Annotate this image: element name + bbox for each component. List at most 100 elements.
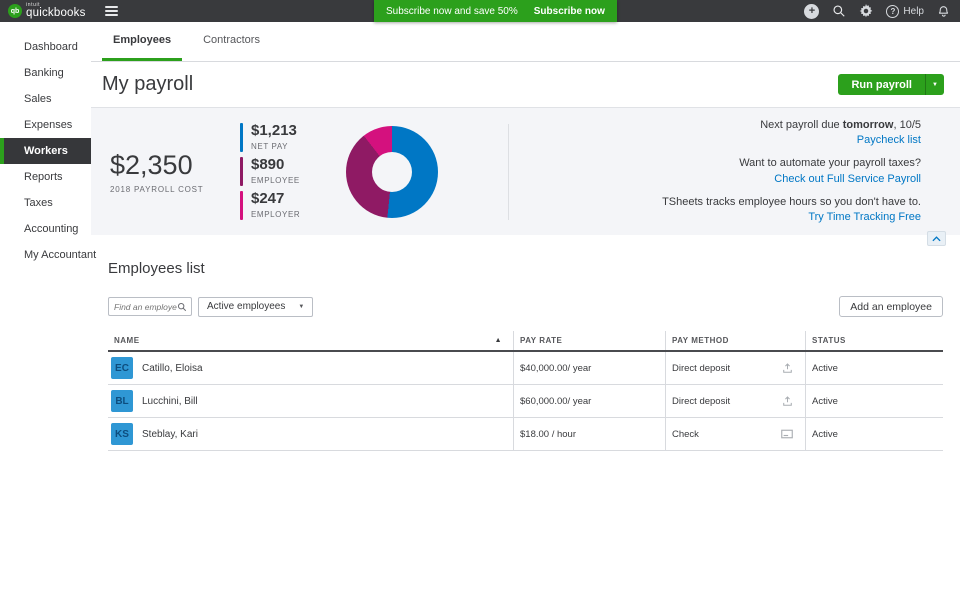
payroll-donut [346, 126, 438, 218]
pay-method-value: Direct deposit [672, 396, 730, 407]
main-content: Employees Contractors My payroll Run pay… [91, 22, 960, 603]
net-pay-text: $1,213 NET PAY [251, 123, 297, 152]
stat-net-pay: $1,213 NET PAY [240, 123, 300, 152]
employee-row[interactable]: EC Catillo, Eloisa $40,000.00/ year Dire… [108, 352, 943, 385]
sidebar-item-reports[interactable]: Reports [0, 164, 91, 190]
employee-status-filter-dropdown[interactable]: Active employees ▼ [198, 297, 313, 317]
column-header-pay-method[interactable]: PAY METHOD [665, 331, 805, 350]
status-cell: Active [805, 418, 943, 450]
full-service-payroll-link[interactable]: Check out Full Service Payroll [774, 173, 921, 186]
run-payroll-dropdown-caret-icon[interactable]: ▼ [925, 74, 944, 95]
sort-ascending-icon[interactable]: ▲ [495, 337, 502, 344]
next-payroll-text: Next payroll due tomorrow, 10/5 [509, 119, 921, 132]
pay-method-cell: Direct deposit [665, 352, 805, 384]
sidebar-item-sales[interactable]: Sales [0, 86, 91, 112]
net-pay-color-bar [240, 123, 243, 152]
notifications-bell-icon[interactable] [937, 4, 950, 18]
banner-text: Subscribe now and save 50% [386, 6, 518, 17]
employee-text: $890 EMPLOYEE [251, 157, 300, 186]
employee-value: $890 [251, 157, 300, 174]
employee-name[interactable]: Catillo, Eloisa [142, 363, 203, 374]
pay-method-value: Check [672, 429, 699, 440]
check-icon [781, 429, 793, 439]
avatar: KS [111, 423, 133, 445]
gear-icon[interactable] [859, 4, 873, 18]
employee-row[interactable]: KS Steblay, Kari $18.00 / hour Check Act… [108, 418, 943, 451]
employer-text: $247 EMPLOYER [251, 191, 300, 220]
pay-rate-cell: $40,000.00/ year [513, 352, 665, 384]
status-cell: Active [805, 385, 943, 417]
payroll-summary-panel: $2,350 2018 PAYROLL COST $1,213 NET PAY … [91, 107, 960, 235]
topbar: qb intuit quickbooks Subscribe now and s… [0, 0, 960, 22]
column-header-name[interactable]: NAME ▲ [108, 331, 513, 350]
employer-label: EMPLOYER [251, 210, 300, 219]
add-employee-button[interactable]: Add an employee [839, 296, 943, 317]
employee-name[interactable]: Lucchini, Bill [142, 396, 198, 407]
table-header-row: NAME ▲ PAY RATE PAY METHOD STATUS [108, 331, 943, 352]
collapse-summary-button[interactable] [927, 231, 946, 246]
avatar: BL [111, 390, 133, 412]
page-title: My payroll [102, 73, 193, 96]
employee-label: EMPLOYEE [251, 176, 300, 185]
column-header-status[interactable]: STATUS [805, 331, 943, 350]
sidebar-item-expenses[interactable]: Expenses [0, 112, 91, 138]
payroll-total-label: 2018 PAYROLL COST [110, 185, 240, 194]
time-tracking-link[interactable]: Try Time Tracking Free [808, 211, 921, 224]
employer-value: $247 [251, 191, 300, 208]
quickbooks-logo-icon: qb [8, 4, 22, 18]
next-payroll-notice: Next payroll due tomorrow, 10/5 Paycheck… [509, 119, 921, 147]
employer-color-bar [240, 191, 243, 220]
filter-selected-value: Active employees [207, 301, 285, 312]
payroll-total-value: $2,350 [110, 150, 240, 181]
create-plus-icon[interactable]: + [804, 4, 819, 19]
pay-rate-cell: $60,000.00/ year [513, 385, 665, 417]
quickbooks-wordmark: quickbooks [26, 8, 86, 20]
employees-table: NAME ▲ PAY RATE PAY METHOD STATUS EC Cat… [108, 331, 943, 451]
search-icon [177, 302, 187, 312]
employee-name-cell: KS Steblay, Kari [108, 418, 513, 450]
tsheets-text: TSheets tracks employee hours so you don… [509, 196, 921, 209]
automate-taxes-text: Want to automate your payroll taxes? [509, 157, 921, 170]
sidebar: Dashboard Banking Sales Expenses Workers… [0, 22, 91, 603]
tab-contractors[interactable]: Contractors [192, 22, 271, 61]
employees-controls: Active employees ▼ Add an employee [108, 296, 943, 317]
sidebar-item-accounting[interactable]: Accounting [0, 216, 91, 242]
tab-employees[interactable]: Employees [102, 22, 182, 61]
column-header-pay-rate[interactable]: PAY RATE [513, 331, 665, 350]
search-icon[interactable] [832, 4, 846, 18]
chevron-up-icon [932, 236, 941, 242]
stat-employee: $890 EMPLOYEE [240, 157, 300, 186]
sidebar-item-dashboard[interactable]: Dashboard [0, 34, 91, 60]
page-header: My payroll Run payroll ▼ [91, 62, 960, 107]
sidebar-item-workers[interactable]: Workers [0, 138, 91, 164]
automate-taxes-notice: Want to automate your payroll taxes? Che… [509, 157, 921, 185]
subscribe-now-button[interactable]: Subscribe now [534, 6, 605, 17]
hamburger-menu-icon[interactable] [102, 3, 121, 19]
employee-search-box[interactable] [108, 297, 192, 316]
employee-name-cell: EC Catillo, Eloisa [108, 352, 513, 384]
status-cell: Active [805, 352, 943, 384]
employee-name[interactable]: Steblay, Kari [142, 429, 198, 440]
direct-deposit-icon [782, 363, 793, 374]
tabs-row: Employees Contractors [91, 22, 960, 62]
run-payroll-button[interactable]: Run payroll ▼ [838, 74, 944, 95]
net-pay-value: $1,213 [251, 123, 297, 140]
pay-rate-cell: $18.00 / hour [513, 418, 665, 450]
sidebar-item-banking[interactable]: Banking [0, 60, 91, 86]
help-menu[interactable]: ? Help [886, 5, 924, 18]
stat-employer: $247 EMPLOYER [240, 191, 300, 220]
employees-list-heading: Employees list [108, 260, 943, 277]
employee-color-bar [240, 157, 243, 186]
topbar-icons: + ? Help [804, 4, 950, 19]
employee-row[interactable]: BL Lucchini, Bill $60,000.00/ year Direc… [108, 385, 943, 418]
sidebar-item-my-accountant[interactable]: My Accountant [0, 242, 91, 268]
paycheck-list-link[interactable]: Paycheck list [857, 134, 921, 147]
subscribe-banner[interactable]: Subscribe now and save 50% Subscribe now [374, 0, 617, 22]
tsheets-notice: TSheets tracks employee hours so you don… [509, 196, 921, 224]
logo-text-stack: intuit quickbooks [26, 3, 86, 20]
quickbooks-logo[interactable]: qb intuit quickbooks [8, 3, 86, 20]
payroll-total-block: $2,350 2018 PAYROLL COST [110, 150, 240, 194]
help-icon: ? [886, 5, 899, 18]
sidebar-item-taxes[interactable]: Taxes [0, 190, 91, 216]
employee-search-input[interactable] [114, 302, 177, 312]
